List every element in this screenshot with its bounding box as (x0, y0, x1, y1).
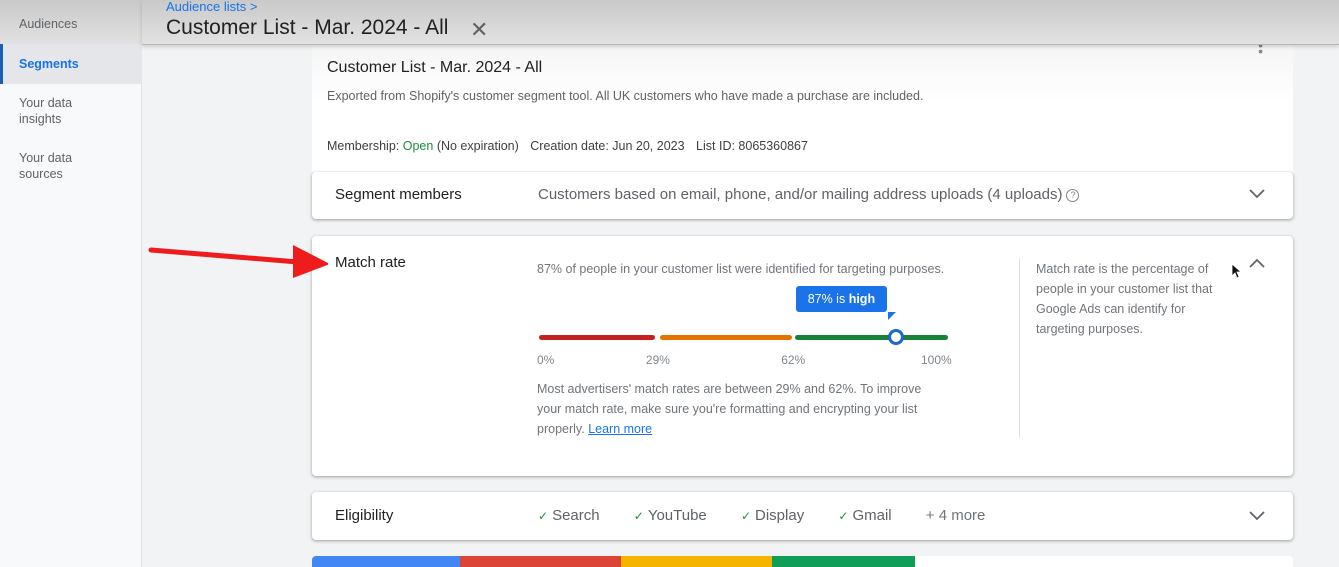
eligibility-items: ✓ Search ✓ YouTube ✓ Display ✓ Gmail + 4 mor… (538, 507, 1015, 524)
sidebar-item-audiences[interactable]: Audiences (0, 16, 142, 32)
next-card-color-strip (312, 556, 1293, 567)
color-strip-segment (312, 556, 460, 567)
eligibility-item-gmail: ✓ Gmail (838, 507, 892, 524)
eligibility-more[interactable]: + 4 more (926, 507, 986, 524)
eligibility-row[interactable]: Eligibility ✓ Search ✓ YouTube ✓ Display ✓ G… (312, 492, 1293, 540)
learn-more-link[interactable]: Learn more (588, 422, 652, 436)
match-rate-side-note: Match rate is the percentage of people i… (1036, 262, 1213, 336)
color-strip-segment (772, 556, 915, 567)
check-icon: ✓ (838, 509, 849, 523)
color-strip-segment (621, 556, 772, 567)
list-metadata: Membership: Open (No expiration) Creatio… (327, 139, 808, 153)
match-rate-card: Match rate 87% of people in your custome… (312, 236, 1293, 476)
list-title: Customer List - Mar. 2024 - All (327, 59, 543, 76)
color-strip-segment (460, 556, 621, 567)
gauge-tick-label: 100% (921, 353, 952, 367)
mouse-cursor-icon (1231, 263, 1243, 279)
sidebar: Audiences Segments Your data insights Yo… (0, 0, 142, 567)
eligibility-label: Eligibility (335, 507, 394, 524)
segment-members-value: Customers based on email, phone, and/or … (538, 186, 1080, 203)
gauge-range-2 (795, 335, 948, 340)
tooltip-level: high (848, 292, 876, 306)
eligibility-item-search: ✓ Search (538, 507, 600, 524)
list-id: List ID: 8065360867 (696, 139, 808, 153)
gauge-range-1 (659, 335, 793, 340)
gauge-tick-label: 29% (645, 353, 670, 367)
check-icon: ✓ (538, 509, 549, 523)
membership-status: Open (402, 139, 434, 153)
membership-label: Membership: (327, 139, 400, 153)
segment-members-label: Segment members (335, 186, 462, 203)
check-icon: ✓ (633, 509, 644, 523)
segment-members-row[interactable]: Segment members Customers based on email… (312, 172, 1293, 219)
list-description: Exported from Shopify's customer segment… (327, 89, 924, 103)
help-icon[interactable]: ? (1066, 189, 1080, 202)
chevron-up-icon[interactable] (1249, 258, 1265, 268)
eligibility-item-youtube: ✓ YouTube (633, 507, 707, 524)
gauge-tick-label: 0% (537, 353, 555, 367)
breadcrumb-audience-lists[interactable]: Audience lists > (166, 0, 257, 14)
match-rate-label: Match rate (335, 254, 406, 271)
chevron-down-icon[interactable] (1249, 511, 1265, 521)
tooltip-tail (887, 312, 896, 320)
match-rate-tooltip: 87% is high (795, 286, 888, 312)
sidebar-item-data-insights[interactable]: Your data insights (0, 95, 80, 127)
page-title: Customer List - Mar. 2024 - All (166, 16, 449, 39)
sidebar-item-data-sources[interactable]: Your data sources (0, 150, 80, 182)
page-header: Audience lists > Customer List - Mar. 20… (142, 0, 1339, 45)
match-rate-gauge: 87% is high 0% 29% 62% 100% (537, 286, 957, 367)
customer-list-info-card: Customer list Customer List - Mar. 2024 … (312, 30, 1293, 172)
check-icon: ✓ (740, 509, 752, 523)
segment-members-text: Customers based on email, phone, and/or … (538, 186, 1063, 203)
close-icon[interactable]: ✕ (470, 17, 488, 43)
vertical-divider (1019, 258, 1020, 438)
gauge-tick-label: 62% (781, 353, 806, 367)
match-rate-help: Most advertisers' match rates are betwee… (537, 379, 937, 439)
eligibility-item-display: ✓ Display (740, 507, 805, 524)
tooltip-value: 87% is (807, 292, 846, 306)
match-rate-summary: 87% of people in your customer list were… (537, 262, 945, 276)
sidebar-item-segments[interactable]: Segments (0, 44, 142, 84)
red-arrow-annotation (148, 245, 328, 278)
membership-expiry: (No expiration) (436, 139, 519, 153)
chevron-down-icon[interactable] (1249, 189, 1265, 199)
gauge-value-knob (887, 329, 904, 345)
creation-date: Creation date: Jun 20, 2023 (530, 139, 685, 153)
gauge-range-0 (539, 335, 655, 340)
